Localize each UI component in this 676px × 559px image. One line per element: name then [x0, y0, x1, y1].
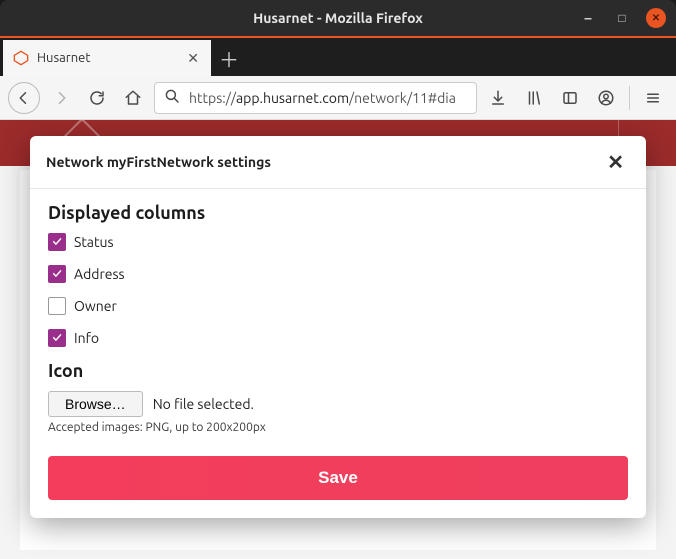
tab-favicon-icon [13, 50, 29, 66]
settings-modal: Network myFirstNetwork settings ✕ Displa… [30, 136, 646, 518]
window-title: Husarnet - Mozilla Firefox [0, 10, 676, 26]
nav-forward-button[interactable] [46, 83, 76, 113]
column-option-info[interactable]: Info [48, 329, 628, 347]
url-bar[interactable]: https://app.husarnet.com/network/11#dia [154, 82, 477, 114]
search-icon [163, 87, 181, 108]
url-scheme: https:// [189, 90, 236, 106]
checkbox-label: Owner [74, 298, 117, 314]
new-tab-button[interactable]: ＋ [211, 40, 247, 76]
checkbox-label: Info [74, 330, 99, 346]
tab-close-button[interactable]: ✕ [183, 48, 203, 69]
window-maximize-button[interactable] [612, 8, 632, 28]
nav-reload-button[interactable] [82, 83, 112, 113]
url-path: /network/11#dia [349, 90, 456, 106]
tab-label: Husarnet [37, 51, 183, 65]
icon-heading: Icon [48, 361, 628, 381]
browser-tab-active[interactable]: Husarnet ✕ [3, 40, 211, 76]
column-option-address[interactable]: Address [48, 265, 628, 283]
column-option-owner[interactable]: Owner [48, 297, 628, 315]
tab-strip: Husarnet ✕ ＋ [0, 36, 676, 76]
sidebar-button[interactable] [555, 83, 585, 113]
column-option-status[interactable]: Status [48, 233, 628, 251]
checkbox-label: Status [74, 234, 114, 250]
modal-close-button[interactable]: ✕ [601, 148, 630, 176]
toolbar-divider [629, 86, 630, 110]
file-hint-text: Accepted images: PNG, up to 200x200px [48, 421, 628, 434]
account-button[interactable] [591, 83, 621, 113]
browse-button[interactable]: Browse… [48, 391, 143, 417]
checkbox-info[interactable] [48, 329, 66, 347]
checkbox-status[interactable] [48, 233, 66, 251]
checkbox-owner[interactable] [48, 297, 66, 315]
library-button[interactable] [519, 83, 549, 113]
url-host: app.husarnet.com [236, 90, 349, 106]
page-content: Network myFirstNetwork settings ✕ Displa… [0, 120, 676, 559]
downloads-button[interactable] [483, 83, 513, 113]
url-text: https://app.husarnet.com/network/11#dia [189, 90, 468, 106]
checkbox-address[interactable] [48, 265, 66, 283]
window-titlebar: Husarnet - Mozilla Firefox [0, 0, 676, 36]
checkbox-label: Address [74, 266, 125, 282]
save-button[interactable]: Save [48, 456, 628, 500]
nav-home-button[interactable] [118, 83, 148, 113]
nav-back-button[interactable] [8, 82, 40, 114]
displayed-columns-heading: Displayed columns [48, 203, 628, 223]
window-minimize-button[interactable] [578, 8, 598, 28]
window-close-button[interactable] [646, 8, 666, 28]
hamburger-menu-button[interactable] [638, 83, 668, 113]
modal-title: Network myFirstNetwork settings [46, 154, 271, 170]
browser-toolbar: https://app.husarnet.com/network/11#dia [0, 76, 676, 120]
file-selection-status: No file selected. [153, 396, 254, 412]
